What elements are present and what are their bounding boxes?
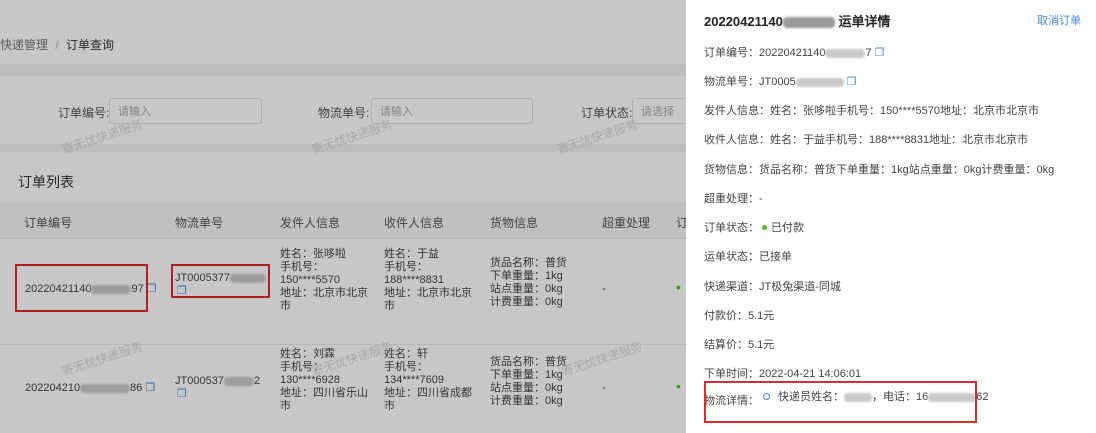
drawer-title: 20220421140 运单详情 (704, 11, 890, 30)
phone-tail: 62 (976, 391, 989, 403)
detail-sender: 发件人信息：姓名：张哆啦手机号：150****5570地址：北京市北京市 (704, 105, 1039, 117)
modal-overlay[interactable] (0, 0, 686, 433)
detail-pay: 付款价：5.1元 (704, 310, 775, 322)
detail-order-time: 下单时间：2022-04-21 14:06:01 (704, 368, 862, 380)
detail-channel: 快递渠道：JT极兔渠道-同城 (704, 281, 841, 293)
waybill-detail-drawer: 20220421140 运单详情 取消订单 订单编号：20220421140 7 ❐… (686, 0, 1096, 433)
redacted-mask (795, 77, 844, 87)
status-dot (762, 225, 767, 231)
detail-goods: 货物信息：货品名称：普货下单重量：1kg站点重量：0kg计费重量：0kg (704, 164, 1055, 176)
detail-waybill-status: 运单状态：已接单 (704, 251, 792, 263)
drawer-title-suffix: 运单详情 (838, 14, 891, 29)
detail-overweight: 超重处理：- (704, 193, 763, 205)
drawer-title-prefix: 20220421140 (704, 14, 783, 29)
detail-order-status: 订单状态： 已付款 (704, 219, 804, 235)
highlight-box (704, 381, 977, 423)
detail-label: 订单状态： (704, 222, 759, 234)
detail-value: 20220421140 (759, 47, 826, 59)
detail-value-tail: 7 (865, 47, 872, 59)
detail-logistics-no: 物流单号：JT0005 ❐ (704, 73, 857, 89)
detail-value: 已付款 (771, 222, 804, 234)
detail-label: 物流单号： (704, 76, 759, 88)
detail-settle: 结算价：5.1元 (704, 339, 775, 351)
detail-receiver: 收件人信息：姓名：于益手机号：188****8831地址：北京市北京市 (704, 134, 1028, 146)
redacted-mask (825, 48, 866, 58)
copy-icon[interactable]: ❐ (875, 47, 885, 59)
copy-icon[interactable]: ❐ (847, 76, 857, 88)
detail-order-no: 订单编号：20220421140 7 ❐ (704, 44, 884, 60)
cancel-order-button[interactable]: 取消订单 (1037, 12, 1081, 28)
redacted-mask (782, 17, 835, 29)
detail-value: JT0005 (759, 76, 796, 88)
detail-label: 订单编号： (704, 47, 759, 59)
